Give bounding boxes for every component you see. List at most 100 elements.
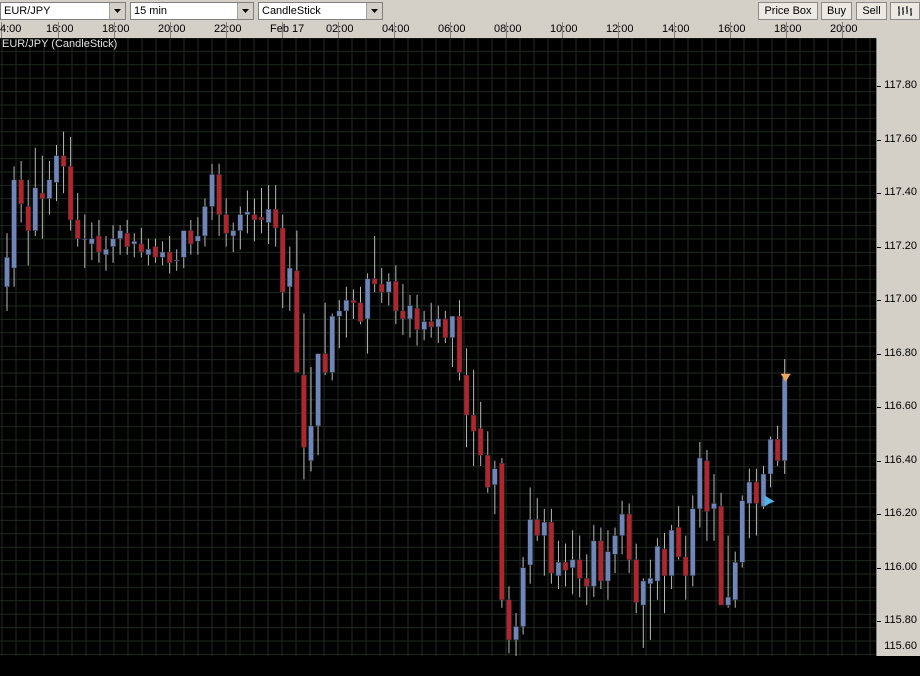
interval-dropdown[interactable]: 15 min xyxy=(130,2,254,20)
candle-body xyxy=(605,551,611,582)
candle-body xyxy=(216,174,222,215)
symbol-value: EUR/JPY xyxy=(4,5,51,17)
time-label: 16:00 xyxy=(46,23,74,35)
price-tick xyxy=(877,514,881,516)
chevron-down-icon[interactable] xyxy=(366,3,382,19)
candle-body xyxy=(103,249,109,255)
price-tick xyxy=(877,86,881,88)
price-label: 117.40 xyxy=(884,186,917,199)
time-label: 18:00 xyxy=(774,23,802,35)
candle-body xyxy=(485,455,491,488)
candle-body xyxy=(25,206,31,231)
chevron-down-icon[interactable] xyxy=(237,3,253,19)
chart-plot-area[interactable]: EUR/JPY (CandleStick) xyxy=(0,38,876,656)
candle-body xyxy=(237,214,244,231)
candle-body xyxy=(527,519,533,566)
price-tick xyxy=(877,139,881,141)
candle-body xyxy=(654,546,661,582)
candle-body xyxy=(449,315,456,338)
price-label: 115.60 xyxy=(884,640,917,652)
candle-body xyxy=(265,208,272,223)
candle-body xyxy=(619,513,625,536)
time-label: 18:00 xyxy=(102,23,130,35)
candle-body xyxy=(96,235,102,253)
candle-body xyxy=(336,310,343,317)
candle-body xyxy=(124,233,130,247)
candle-body xyxy=(223,214,229,234)
candle-body xyxy=(357,302,364,322)
candle-body xyxy=(159,251,166,258)
price-box-button[interactable]: Price Box xyxy=(758,2,818,20)
candle-body xyxy=(746,481,753,504)
symbol-dropdown[interactable]: EUR/JPY xyxy=(0,2,126,20)
candle-body xyxy=(548,521,555,574)
sell-button[interactable]: Sell xyxy=(856,2,887,20)
candle-body xyxy=(421,321,427,330)
candle-body xyxy=(718,505,724,606)
candle-body xyxy=(513,626,519,641)
candle-body xyxy=(682,556,689,576)
candle-body xyxy=(640,580,647,606)
candle-body xyxy=(690,508,696,576)
candle-body xyxy=(386,281,392,293)
time-label: 14:00 xyxy=(662,23,690,35)
candle-body xyxy=(668,529,675,576)
candle-body xyxy=(520,567,526,627)
candle-body xyxy=(506,599,512,641)
candle-body xyxy=(732,562,738,600)
time-label: 4:00 xyxy=(0,23,22,35)
candle-body xyxy=(308,425,314,461)
candle-body xyxy=(251,214,258,221)
candle-body xyxy=(774,439,781,461)
time-label: 22:00 xyxy=(214,23,242,35)
candle-body xyxy=(704,460,710,512)
candle-body xyxy=(244,211,251,215)
chart-style-value: CandleStick xyxy=(262,5,321,17)
candle-body xyxy=(414,307,420,330)
price-tick xyxy=(877,407,881,409)
price-tick xyxy=(877,246,881,248)
candle-body xyxy=(400,310,406,320)
price-label: 116.40 xyxy=(884,453,917,466)
candle-body xyxy=(145,249,152,255)
chart-style-dropdown[interactable]: CandleStick xyxy=(258,2,383,20)
price-tick xyxy=(877,300,881,302)
candle-body xyxy=(32,187,39,231)
candle-body xyxy=(477,428,484,456)
candle-body xyxy=(598,540,604,582)
candle-body xyxy=(753,481,760,504)
time-label: 10:00 xyxy=(550,23,578,35)
candle-body xyxy=(633,559,639,603)
buy-button[interactable]: Buy xyxy=(821,2,852,20)
price-label: 116.00 xyxy=(884,560,917,573)
candle-body xyxy=(407,305,413,320)
price-tick xyxy=(877,353,881,355)
candle-body xyxy=(435,318,442,328)
candle-body xyxy=(626,513,632,560)
candle-body xyxy=(350,299,357,304)
price-label: 117.80 xyxy=(884,79,917,92)
candle-body xyxy=(428,321,434,328)
candle-body xyxy=(725,596,731,606)
candle-body xyxy=(315,353,321,427)
price-label: 116.60 xyxy=(884,400,917,413)
candle-body xyxy=(711,503,717,510)
chevron-down-icon[interactable] xyxy=(109,3,125,19)
price-tick xyxy=(877,567,881,569)
time-label: 20:00 xyxy=(830,23,858,35)
candle-body xyxy=(591,540,597,587)
candle-body xyxy=(612,535,618,555)
candle-body xyxy=(583,578,590,587)
bar-chart-icon[interactable] xyxy=(890,2,920,20)
time-label: 20:00 xyxy=(158,23,186,35)
candle-body xyxy=(74,219,81,239)
candle-body xyxy=(767,439,774,475)
price-label: 116.20 xyxy=(884,507,917,520)
time-label: 06:00 xyxy=(438,23,466,35)
candle-body xyxy=(67,166,74,221)
candle-body xyxy=(647,578,654,584)
candle-body xyxy=(456,315,463,373)
price-axis: 117.80 117.60 117.40 117.20 117.00 116.80 116.… xyxy=(876,38,920,676)
candle-body xyxy=(781,377,788,461)
time-label: 02:00 xyxy=(326,23,354,35)
